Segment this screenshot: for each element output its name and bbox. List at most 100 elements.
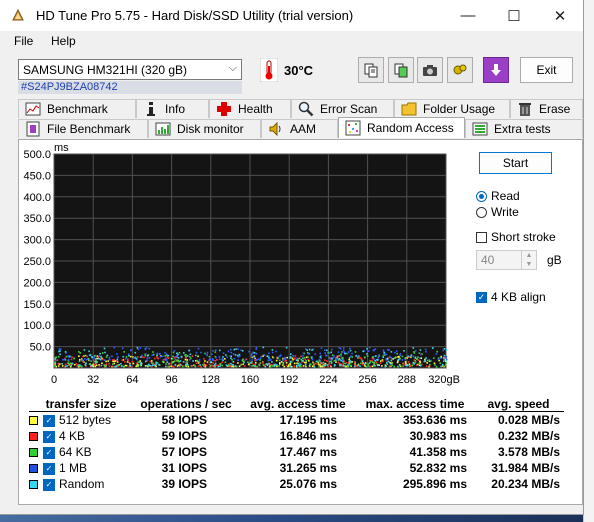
chart-point [173,365,175,368]
chart-point [339,364,341,366]
chart-point [68,363,70,365]
checkmark-icon[interactable]: ✓ [43,446,55,459]
chart-point [219,349,221,352]
chart-point [221,364,224,367]
chart-point [128,355,130,357]
chart-y-ticks: 500.0 450.0 400.0 350.0 300.0 250.0 200.0 150.0… [23,149,51,354]
tab-random-access[interactable]: Random Access [338,117,465,138]
chart-point [94,355,96,357]
chart-point [334,364,336,366]
chart-point [235,348,237,350]
chart-point [420,364,422,367]
row-ops: 39 IOPS [161,477,207,491]
chart-point [306,349,308,351]
chart-point [117,364,119,366]
chart-point [373,349,375,352]
chart-point [445,362,447,364]
chart-point [240,364,242,366]
chart-point [61,365,64,367]
chart-point [349,349,352,352]
chart-point [335,361,337,363]
chart-point [259,359,261,361]
close-button[interactable]: ✕ [537,0,583,31]
checkmark-icon[interactable]: ✓ [43,478,55,491]
x-tick-label: 288 [398,374,416,386]
chart-point [354,351,357,353]
chart-point [123,365,125,368]
checkmark-icon[interactable]: ✓ [43,430,55,443]
chart-point [216,359,218,361]
maximize-button[interactable]: ☐ [491,0,537,31]
chart-point [178,352,181,354]
write-radio[interactable]: Write [476,205,519,219]
spinner-arrows-icon[interactable]: ▲ ▼ [521,251,536,269]
chart-point [146,357,149,359]
chart-point [69,355,71,358]
x-tick-label: 32 [87,374,99,386]
chart-point [386,363,389,366]
chart-point [276,357,279,359]
chart-point [70,364,72,367]
chart-point [58,348,61,350]
chart-point [94,358,97,360]
chart-point [367,365,370,367]
chart-point [206,354,209,357]
chart-point [136,362,138,365]
chart-point [284,357,286,360]
read-radio[interactable]: Read [476,189,520,203]
chart-point [54,363,56,365]
table-row: ✓ 64 KB 57 IOPS 17.467 ms 41.358 ms 3.578 MB/… [29,444,564,460]
align-4kb-checkbox[interactable]: ✓ 4 KB align [476,290,546,304]
chart-point [232,360,235,363]
chart-point [404,361,407,363]
tab-erase[interactable]: Erase [510,99,583,118]
chart-point [79,358,81,361]
chart-point [108,358,111,361]
chart-point [151,364,154,367]
chart-point [333,360,336,362]
arrow-down-icon [491,64,501,76]
chart-point [180,355,183,358]
chart-point [144,365,147,367]
chart-point [381,359,384,361]
row-max-access: 353.636 ms [402,413,467,427]
short-stroke-size-input[interactable]: 40 ▲ ▼ [476,250,537,270]
chart-point [129,364,132,367]
chart-point [148,363,150,366]
checkmark-icon[interactable]: ✓ [43,414,55,427]
chart-point [404,357,407,359]
short-stroke-checkbox[interactable]: Short stroke [476,230,556,244]
exit-button[interactable]: Exit [520,57,573,83]
chart-point [401,359,404,361]
start-button[interactable]: Start [479,152,552,174]
chart-point [338,354,341,357]
chart-point [318,365,320,368]
chart-point [161,360,164,363]
tab-extra-tests[interactable]: Extra tests [465,119,583,138]
checkmark-icon[interactable]: ✓ [43,462,55,475]
chart-point [378,354,381,356]
chart-point [162,355,164,357]
chart-point [66,365,68,367]
chart-point [172,355,174,358]
chart-point [425,350,427,353]
write-label: Write [491,205,519,219]
y-tick-label: 100.0 [23,320,51,332]
chart-point [167,354,169,357]
chart-point [311,357,313,359]
chart-point [366,355,369,357]
chart-point [326,360,328,362]
chart-point [439,362,441,364]
chart-point [132,362,135,365]
chart-point [96,355,99,357]
chart-point [290,353,292,355]
chart-point [320,365,322,368]
chart-point [262,346,265,349]
save-button[interactable] [483,57,509,83]
chart-point [392,358,394,360]
chart-point [186,359,188,361]
chart-point [155,363,157,365]
chart-point [278,365,280,367]
chart-point [214,362,217,365]
chart-point [183,352,185,354]
